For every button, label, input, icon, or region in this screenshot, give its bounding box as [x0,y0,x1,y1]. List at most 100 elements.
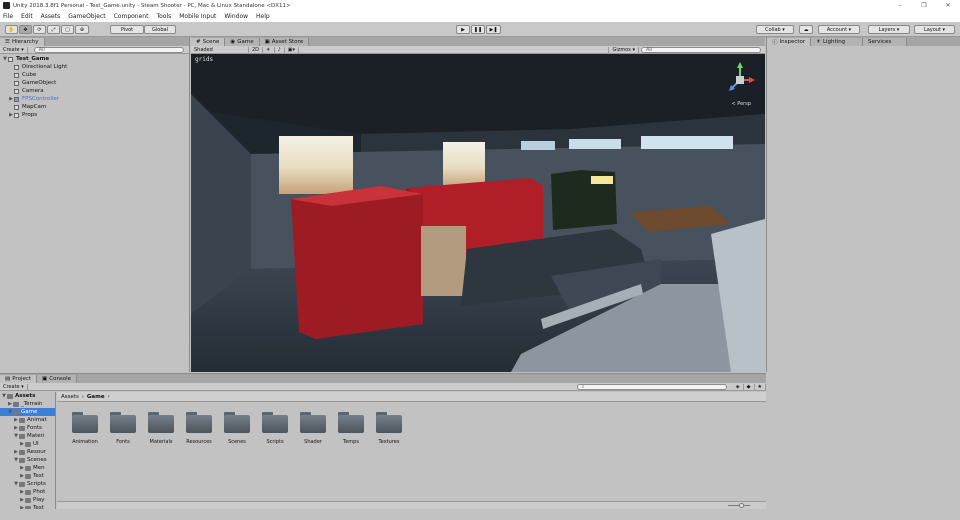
project-search-input[interactable]: ⌕ [576,383,727,390]
folder-item[interactable]: Textures [370,412,408,445]
project-tree-item[interactable]: ▶ Resour [0,448,55,456]
menu-window[interactable]: Window [224,13,248,20]
tab-project[interactable]: ▤ Project [0,375,38,383]
hierarchy-item[interactable]: ▶ FPSController [0,95,190,103]
folder-icon [337,412,365,434]
folder-item[interactable]: Temps [332,412,370,445]
audio-toggle-icon[interactable]: ♪ [275,46,285,53]
tab-services[interactable]: Services [863,38,907,46]
project-tree-item[interactable]: ▼ Game [0,408,55,416]
menu-component[interactable]: Component [114,13,149,20]
hierarchy-item[interactable]: GameObject [0,79,190,87]
collab-button[interactable]: Collab ▾ [756,25,794,34]
breadcrumb-assets[interactable]: Assets [61,394,79,400]
project-tree-item[interactable]: ▶ _Terrain [0,400,55,408]
hierarchy-item[interactable]: ▶ Props [0,111,190,119]
project-create-button[interactable]: Create ▾ [0,383,28,390]
scale-tool-icon[interactable]: ⤢ [47,25,60,34]
menu-gameobject[interactable]: GameObject [68,13,105,20]
step-button[interactable]: ▶❚ [486,25,501,34]
folder-item[interactable]: Animation [66,412,104,445]
folder-item[interactable]: Resources [180,412,218,445]
pivot-toggle[interactable]: Pivot [110,25,144,34]
filter-by-label-icon[interactable]: ◆ [744,383,755,390]
hierarchy-search-input[interactable]: All [33,46,184,53]
folder-item[interactable]: Scripts [256,412,294,445]
scene-viewport[interactable]: grids < Persp [191,54,765,372]
hierarchy-tab-row: ☰ Hierarchy [0,37,189,46]
project-tree-label: Game [21,409,38,415]
folder-label: Materials [149,439,173,445]
project-tree-item[interactable]: ▶ Play [0,496,55,504]
mode-2d-toggle[interactable]: 2D [249,46,264,53]
project-tree-item[interactable]: ▼ Scenes [0,456,55,464]
menu-file[interactable]: File [3,13,13,20]
cloud-icon[interactable]: ☁ [799,25,813,34]
pause-button[interactable]: ❚❚ [471,25,485,34]
tab-asset-store[interactable]: ▣ Asset Store [259,38,310,46]
layout-dropdown[interactable]: Layout ▾ [914,25,955,34]
folder-item[interactable]: Scenes [218,412,256,445]
project-tree-item[interactable]: ▶ Test [0,504,55,509]
hierarchy-item[interactable]: Directional Light [0,63,190,71]
hierarchy-item[interactable]: MapCam [0,103,190,111]
icon-size-slider-thumb[interactable] [739,503,744,508]
menu-help[interactable]: Help [256,13,270,20]
project-tree-label: Scenes [27,457,47,463]
project-tree-item[interactable]: ▶ Test [0,472,55,480]
breadcrumb-separator-icon: › [81,393,84,400]
account-dropdown[interactable]: Account ▾ [818,25,860,34]
project-tree-item[interactable]: ▶ UI [0,440,55,448]
project-tree-item[interactable]: ▼ Scripts [0,480,55,488]
maximize-icon[interactable]: ❐ [912,0,936,11]
menu-mobile-input[interactable]: Mobile Input [179,13,216,20]
folder-icon [19,457,25,463]
project-tree-item[interactable]: ▼ Assets [0,392,55,400]
move-tool-icon[interactable]: ✥ [19,25,32,34]
hierarchy-icon: ☰ [5,39,10,45]
project-tree-item[interactable]: ▶ Animat [0,416,55,424]
window-title-bar: Unity 2018.3.8f1 Personal - Test_Game.un… [0,0,960,11]
project-tree-label: Test [33,473,44,479]
shading-mode-dropdown[interactable]: Shaded [191,46,249,53]
tab-game[interactable]: ◉ Game [225,38,260,46]
global-toggle[interactable]: Global [144,25,176,34]
rotate-tool-icon[interactable]: ⟳ [33,25,46,34]
filter-by-type-icon[interactable]: ◈ [733,383,744,390]
tab-inspector[interactable]: ⓘ Inspector [767,38,811,46]
favorite-star-icon[interactable]: ★ [755,383,766,390]
rect-tool-icon[interactable]: ▢ [61,25,74,34]
hierarchy-create-button[interactable]: Create ▾ [0,46,28,53]
hand-tool-icon[interactable]: ✋ [5,25,18,34]
lighting-toggle-icon[interactable]: ☀ [263,46,275,53]
project-tree-item[interactable]: ▶ Phot [0,488,55,496]
scene-root[interactable]: ▼ Test_Game [0,55,190,63]
tab-console[interactable]: ▣ Console [37,375,78,383]
transform-tool-icon[interactable]: ⊕ [75,25,89,34]
close-icon[interactable]: ✕ [936,0,960,11]
folder-label: Scripts [266,439,284,445]
breadcrumb-game[interactable]: Game [87,394,105,400]
menu-edit[interactable]: Edit [21,13,33,20]
hierarchy-item[interactable]: Cube [0,71,190,79]
folder-item[interactable]: Materials [142,412,180,445]
scene-gizmo[interactable] [720,58,760,106]
tab-scene[interactable]: # Scene [191,38,226,46]
hierarchy-item[interactable]: Camera [0,87,190,95]
play-button[interactable]: ▶ [456,25,470,34]
menu-tools[interactable]: Tools [156,13,171,20]
effects-dropdown-icon[interactable]: ▣▾ [285,46,299,53]
minimize-icon[interactable]: – [888,0,912,11]
project-tree-item[interactable]: ▶ Fonts [0,424,55,432]
folder-item[interactable]: Fonts [104,412,142,445]
menu-assets[interactable]: Assets [41,13,61,20]
gizmos-dropdown[interactable]: Gizmos ▾ [608,46,639,53]
project-tree-item[interactable]: ▼ Materi [0,432,55,440]
project-tree-item[interactable]: ▶ Men [0,464,55,472]
tab-hierarchy[interactable]: ☰ Hierarchy [0,38,45,46]
scene-search-input[interactable]: All [641,46,761,53]
tab-lighting[interactable]: ☀ Lighting [811,38,863,46]
layers-dropdown[interactable]: Layers ▾ [868,25,910,34]
persp-label[interactable]: < Persp [731,101,751,107]
folder-item[interactable]: Shader [294,412,332,445]
